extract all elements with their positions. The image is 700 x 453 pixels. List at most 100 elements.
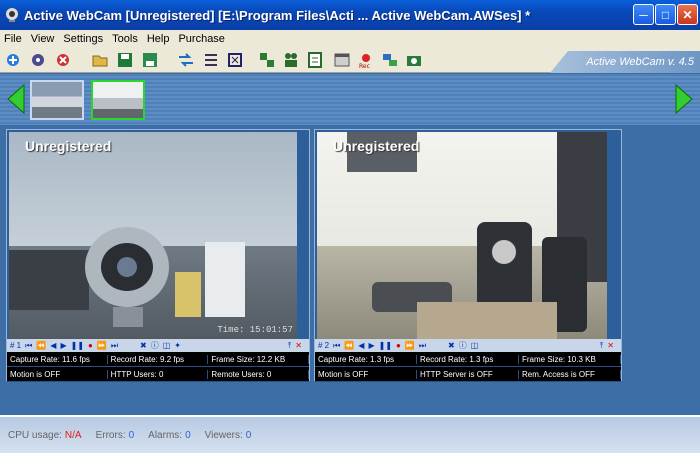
unregistered-overlay: Unregistered bbox=[25, 138, 112, 154]
volume-icon[interactable]: ◫ bbox=[471, 341, 479, 350]
list-icon[interactable] bbox=[202, 51, 220, 69]
fast-forward-icon[interactable]: ⏩ bbox=[97, 341, 107, 350]
viewers-label: Viewers: bbox=[204, 429, 243, 441]
alarms-value: 0 bbox=[185, 429, 191, 441]
viewers-value: 0 bbox=[245, 429, 252, 441]
motion-status[interactable]: Motion is OFF bbox=[315, 369, 417, 379]
capture-rate: Capture Rate: 1.3 fps bbox=[315, 354, 417, 364]
record-icon[interactable]: Rec bbox=[357, 51, 375, 69]
camera-thumbnail-2[interactable] bbox=[91, 80, 145, 120]
menu-help[interactable]: Help bbox=[147, 33, 170, 45]
save-icon[interactable] bbox=[116, 51, 134, 69]
network-icon[interactable] bbox=[381, 51, 399, 69]
play-icon[interactable]: ▶ bbox=[60, 341, 66, 350]
first-frame-icon[interactable]: ⏮ bbox=[25, 341, 32, 351]
step-back-icon[interactable]: ◀ bbox=[50, 341, 56, 350]
maximize-icon: □ bbox=[661, 7, 670, 22]
users-icon[interactable] bbox=[282, 51, 300, 69]
pin-icon[interactable]: ⤒ bbox=[288, 341, 292, 351]
webcam-app-icon bbox=[6, 8, 18, 22]
alarms-label: Alarms: bbox=[148, 429, 183, 441]
webcam-scene-illustration bbox=[9, 227, 245, 327]
add-camera-icon[interactable] bbox=[4, 51, 22, 69]
camera-1-timestamp: Time: 15:01:57 bbox=[217, 325, 293, 335]
webcam-scene-illustration bbox=[347, 132, 607, 339]
svg-text:Rec: Rec bbox=[359, 63, 370, 69]
remote-access-status[interactable]: Rem. Access is OFF bbox=[519, 369, 621, 379]
remove-camera-icon[interactable] bbox=[54, 51, 72, 69]
status-bar: CPU usage: N/A Errors: 0 Alarms: 0 Viewe… bbox=[0, 415, 700, 453]
window-title: Active WebCam [Unregistered] [E:\Program… bbox=[24, 7, 531, 23]
last-frame-icon[interactable]: ⏭ bbox=[419, 341, 426, 351]
camera-panel-1[interactable]: Unregistered Time: 15:01:57 # 1 ⏮ ⏪ ◀ ▶ … bbox=[6, 129, 310, 382]
maximize-button[interactable]: □ bbox=[655, 4, 676, 25]
first-frame-icon[interactable]: ⏮ bbox=[333, 341, 340, 351]
fast-forward-icon[interactable]: ⏩ bbox=[405, 341, 415, 350]
record-rate: Record Rate: 1.3 fps bbox=[417, 354, 519, 364]
settings-tool-icon[interactable]: ✖ bbox=[140, 341, 147, 350]
close-icon: ✕ bbox=[682, 7, 693, 22]
remote-users[interactable]: Remote Users: 0 bbox=[208, 369, 310, 379]
minimize-icon: ─ bbox=[639, 7, 648, 22]
camera-1-video[interactable]: Unregistered Time: 15:01:57 bbox=[9, 132, 297, 339]
record-dot-icon[interactable]: ● bbox=[396, 341, 401, 350]
camera-settings-icon[interactable] bbox=[29, 51, 47, 69]
scroll-left-arrow-icon[interactable] bbox=[6, 83, 26, 115]
menu-tools[interactable]: Tools bbox=[112, 33, 138, 45]
volume-icon[interactable]: ◫ bbox=[163, 341, 171, 350]
camera-2-playback-controls: # 2 ⏮ ⏪ ◀ ▶ ❚❚ ● ⏩ ⏭ ✖ ⓘ ◫ ⤒ ✕ bbox=[315, 339, 621, 352]
http-users[interactable]: HTTP Users: 0 bbox=[108, 369, 209, 379]
pause-icon[interactable]: ❚❚ bbox=[379, 341, 392, 350]
camera-thumbnail-strip bbox=[0, 74, 700, 125]
info-icon[interactable]: ⓘ bbox=[151, 340, 159, 351]
unregistered-overlay: Unregistered bbox=[333, 138, 420, 154]
scroll-right-arrow-icon[interactable] bbox=[674, 83, 694, 115]
version-banner: Active WebCam v. 4.5 bbox=[550, 51, 700, 73]
snapshot-icon[interactable] bbox=[405, 51, 423, 69]
record-rate: Record Rate: 9.2 fps bbox=[108, 354, 209, 364]
menu-purchase[interactable]: Purchase bbox=[178, 33, 224, 45]
capture-rate: Capture Rate: 11.6 fps bbox=[7, 354, 108, 364]
camera-1-stats: Capture Rate: 11.6 fps Record Rate: 9.2 … bbox=[7, 352, 310, 382]
camera-workspace: Unregistered Time: 15:01:57 # 1 ⏮ ⏪ ◀ ▶ … bbox=[0, 125, 700, 415]
open-icon[interactable] bbox=[91, 51, 109, 69]
frame-size: Frame Size: 12.2 KB bbox=[208, 354, 310, 364]
cpu-usage-value: N/A bbox=[64, 429, 82, 441]
play-icon[interactable]: ▶ bbox=[368, 341, 374, 350]
camera-2-stats: Capture Rate: 1.3 fps Record Rate: 1.3 f… bbox=[315, 352, 621, 382]
pause-icon[interactable]: ❚❚ bbox=[71, 341, 84, 350]
menu-settings[interactable]: Settings bbox=[63, 33, 103, 45]
rewind-icon[interactable]: ⏪ bbox=[36, 341, 46, 350]
camera-number: # 1 bbox=[10, 341, 22, 350]
minimize-button[interactable]: ─ bbox=[633, 4, 654, 25]
menu-view[interactable]: View bbox=[31, 33, 55, 45]
menu-file[interactable]: File bbox=[4, 33, 22, 45]
record-dot-icon[interactable]: ● bbox=[88, 341, 93, 350]
settings-tool-icon[interactable]: ✖ bbox=[448, 341, 455, 350]
info-icon[interactable]: ⓘ bbox=[459, 340, 467, 351]
layout-icon[interactable] bbox=[258, 51, 276, 69]
rewind-icon[interactable]: ⏪ bbox=[344, 341, 354, 350]
schedule-icon[interactable] bbox=[306, 51, 324, 69]
close-panel-icon[interactable]: ✕ bbox=[607, 341, 614, 350]
fullscreen-icon[interactable] bbox=[226, 51, 244, 69]
last-frame-icon[interactable]: ⏭ bbox=[111, 341, 118, 351]
camera-number: # 2 bbox=[318, 341, 330, 350]
save-as-icon[interactable] bbox=[141, 51, 159, 69]
camera-2-video[interactable]: Unregistered bbox=[317, 132, 607, 339]
connect-icon[interactable] bbox=[177, 51, 195, 69]
motion-status[interactable]: Motion is OFF bbox=[7, 369, 108, 379]
title-bar[interactable]: Active WebCam [Unregistered] [E:\Program… bbox=[0, 0, 700, 30]
http-server-status[interactable]: HTTP Server is OFF bbox=[417, 369, 519, 379]
errors-value: 0 bbox=[128, 429, 135, 441]
menu-bar: File View Settings Tools Help Purchase bbox=[0, 30, 700, 47]
cpu-usage-label: CPU usage: bbox=[8, 429, 62, 441]
close-button[interactable]: ✕ bbox=[677, 4, 698, 25]
pin-icon[interactable]: ⤒ bbox=[600, 341, 604, 351]
calendar-icon[interactable] bbox=[333, 51, 351, 69]
step-back-icon[interactable]: ◀ bbox=[358, 341, 364, 350]
camera-panel-2[interactable]: Unregistered # 2 ⏮ ⏪ ◀ ▶ ❚❚ ● ⏩ ⏭ ✖ ⓘ ◫ … bbox=[314, 129, 622, 382]
close-panel-icon[interactable]: ✕ bbox=[295, 341, 302, 350]
pan-icon[interactable]: ✦ bbox=[174, 341, 181, 350]
camera-thumbnail-1[interactable] bbox=[30, 80, 84, 120]
